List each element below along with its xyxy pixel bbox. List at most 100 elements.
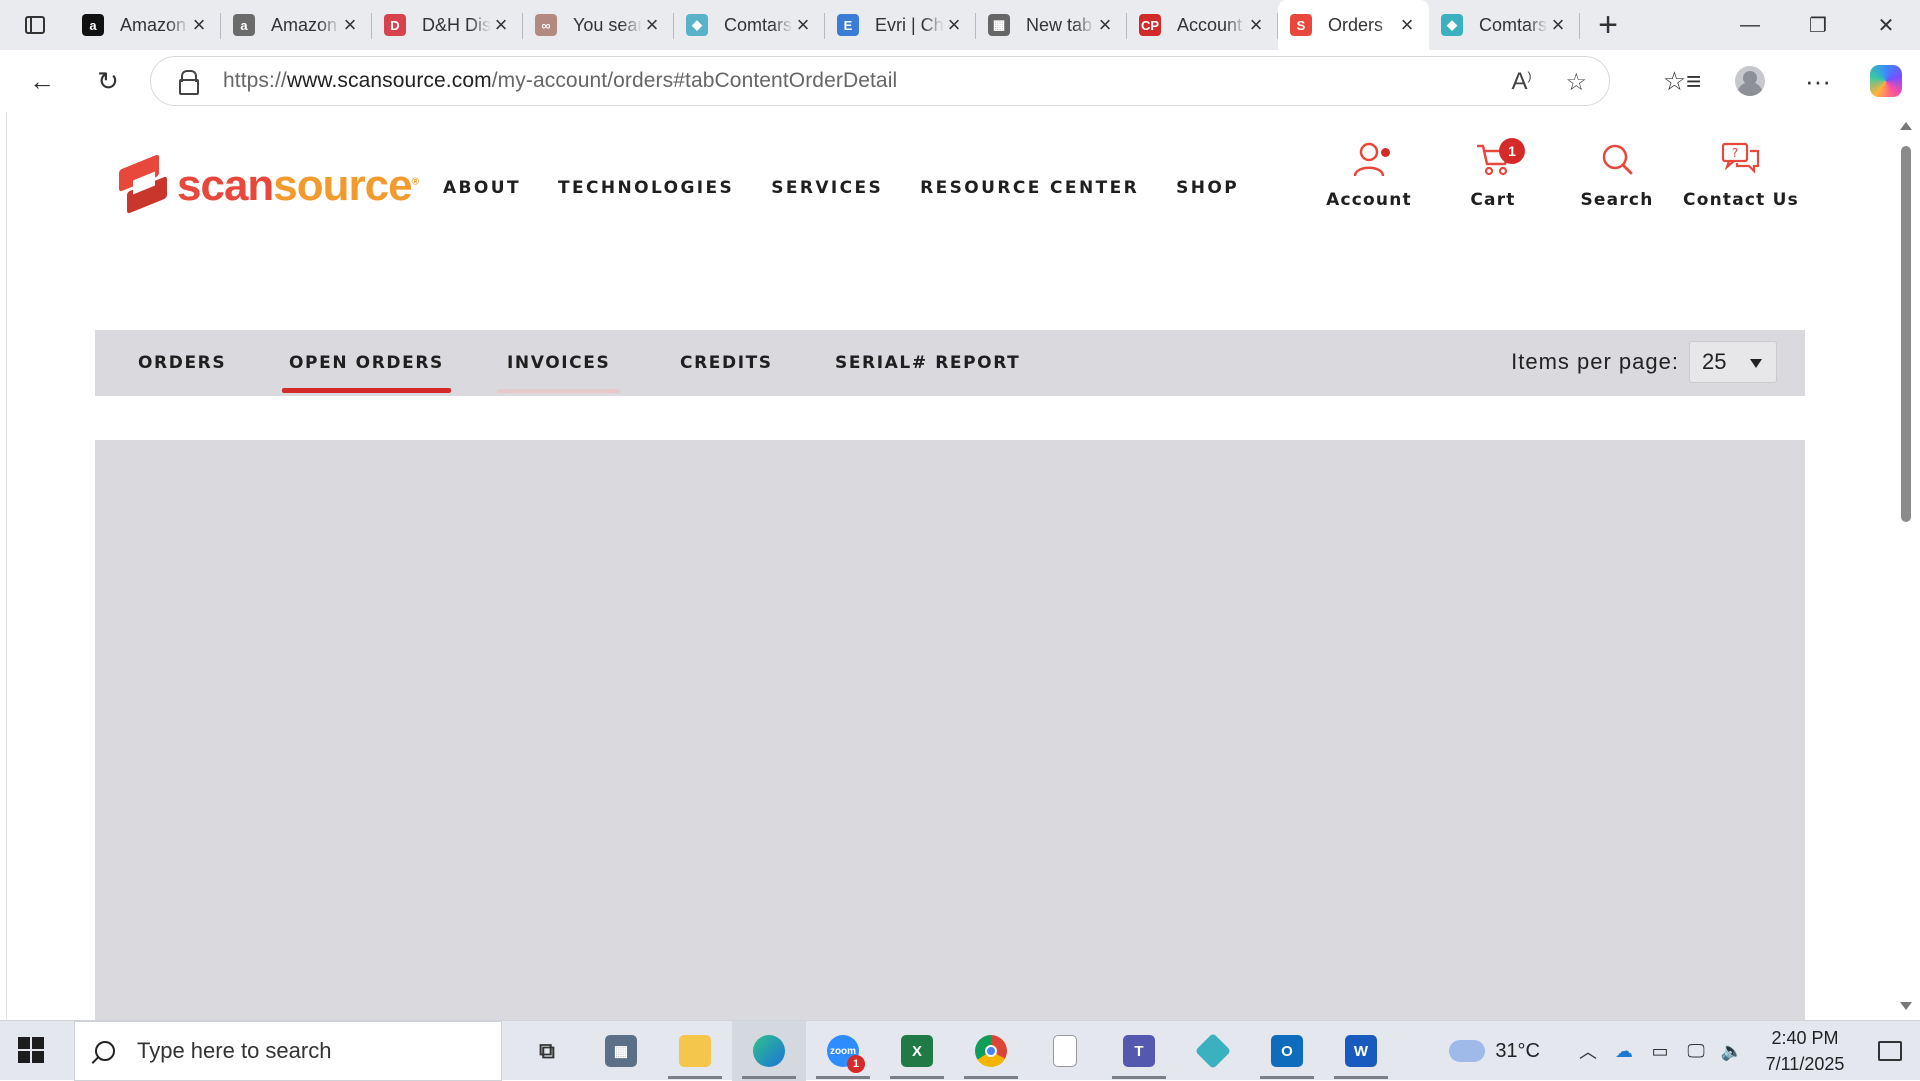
close-window-button[interactable]: ✕ — [1852, 0, 1920, 50]
teams-button[interactable]: T — [1102, 1021, 1176, 1081]
address-bar[interactable]: https://www.scansource.com/my-account/or… — [150, 56, 1610, 106]
tab-credits[interactable]: CREDITS — [680, 330, 773, 396]
close-tab-icon[interactable]: × — [491, 12, 511, 38]
tab-orders[interactable]: ORDERS — [138, 330, 226, 396]
close-tab-icon[interactable]: × — [1548, 12, 1568, 38]
tab-title: Amazon — [271, 14, 338, 35]
browser-tab[interactable]: ◆ Comtarsia× — [1429, 0, 1580, 50]
lock-icon — [177, 70, 199, 95]
window-controls: — ❐ ✕ — [1716, 0, 1920, 50]
nav-about[interactable]: ABOUT — [443, 178, 521, 198]
browser-tab[interactable]: a Amazon × — [70, 0, 221, 50]
more-icon: ··· — [1805, 65, 1831, 96]
windows-taskbar: Type here to search ⧉ ▦ zoom 1 X T O W 31… — [0, 1020, 1920, 1081]
search-icon — [95, 1041, 115, 1061]
browser-tab[interactable]: S Orders × — [1278, 0, 1429, 50]
search-icon — [1600, 134, 1634, 184]
nav-services[interactable]: SERVICES — [771, 178, 883, 198]
close-tab-icon[interactable]: × — [793, 12, 813, 38]
chevron-down-icon — [1750, 359, 1762, 368]
comtarsia-button[interactable] — [1176, 1021, 1250, 1081]
browser-tab[interactable]: CP Account × — [1127, 0, 1278, 50]
zoom-badge: 1 — [847, 1055, 865, 1073]
browser-tab[interactable]: D D&H Distributing× — [372, 0, 523, 50]
outlook-button[interactable]: O — [1250, 1021, 1324, 1081]
taskbar-search-box[interactable]: Type here to search — [74, 1021, 502, 1081]
profile-button[interactable] — [1716, 59, 1784, 103]
volume-icon[interactable]: 🔈 — [1714, 1041, 1750, 1062]
close-tab-icon[interactable]: × — [944, 12, 964, 38]
contact-us-link[interactable]: ? Contact Us — [1679, 134, 1803, 210]
dh-icon: D — [384, 14, 406, 36]
network-icon[interactable]: 🖵 — [1678, 1041, 1714, 1062]
nav-technologies[interactable]: TECHNOLOGIES — [558, 178, 734, 198]
browser-toolbar: ← ↻ https://www.scansource.com/my-accoun… — [0, 50, 1920, 112]
task-view-button[interactable]: ⧉ — [510, 1021, 584, 1081]
battery-icon[interactable]: ▭ — [1642, 1041, 1678, 1062]
account-link[interactable]: Account — [1307, 134, 1431, 210]
cart-link[interactable]: 1 Cart — [1431, 134, 1555, 210]
close-tab-icon[interactable]: × — [1246, 12, 1266, 38]
nav-resource-center[interactable]: RESOURCE CENTER — [920, 178, 1139, 198]
favorite-star-icon[interactable]: ☆ — [1565, 68, 1587, 97]
excel-button[interactable]: X — [880, 1021, 954, 1081]
tab-invoices[interactable]: INVOICES — [496, 330, 621, 396]
clock-time: 2:40 PM — [1771, 1028, 1839, 1048]
browser-tab[interactable]: a Amazon × — [221, 0, 372, 50]
tab-serial-report[interactable]: SERIAL# REPORT — [835, 330, 1020, 396]
account-tabs-bar: ORDERS OPEN ORDERS INVOICES CREDITS SERI… — [95, 330, 1805, 396]
start-button[interactable] — [18, 1037, 44, 1063]
read-aloud-icon[interactable]: A) — [1511, 68, 1531, 96]
settings-more-button[interactable]: ··· — [1784, 59, 1852, 103]
tab-list: aAmazon×aAmazon×DD&H Distributing×∞You s… — [70, 0, 1580, 50]
calculator-button[interactable]: ▦ — [584, 1021, 658, 1081]
close-tab-icon[interactable]: × — [340, 12, 360, 38]
comtarsia-icon: ◆ — [686, 14, 708, 36]
back-button[interactable]: ← — [20, 59, 64, 103]
tab-title: Evri | Check — [875, 14, 944, 35]
notification-icon — [1878, 1041, 1902, 1061]
tab-open-orders[interactable]: OPEN ORDERS — [282, 330, 451, 396]
page-scrollbar[interactable] — [1892, 112, 1920, 1020]
close-tab-icon[interactable]: × — [189, 12, 209, 38]
items-per-page-select[interactable]: 25 — [1689, 341, 1777, 383]
new-tab-button[interactable]: + — [1580, 0, 1636, 50]
search-link[interactable]: Search — [1555, 134, 1679, 210]
tab-title: Account — [1177, 14, 1243, 35]
minimize-button[interactable]: — — [1716, 0, 1784, 50]
cp-icon: CP — [1139, 14, 1161, 36]
close-tab-icon[interactable]: × — [1397, 12, 1417, 38]
scroll-up-arrow-icon[interactable] — [1900, 122, 1912, 130]
file-explorer-button[interactable] — [658, 1021, 732, 1081]
circles-icon: ∞ — [535, 14, 557, 36]
weather-widget[interactable]: 31°C — [1449, 1030, 1540, 1063]
chat-bubbles-icon: ? — [1721, 134, 1761, 184]
restore-button[interactable]: ❐ — [1784, 0, 1852, 50]
zoom-button[interactable]: zoom 1 — [806, 1021, 880, 1081]
url-text[interactable]: https://www.scansource.com/my-account/or… — [223, 69, 897, 93]
nav-shop[interactable]: SHOP — [1176, 178, 1239, 198]
scroll-down-arrow-icon[interactable] — [1900, 1002, 1912, 1010]
browser-tab[interactable]: ▦ New tab × — [976, 0, 1127, 50]
browser-tab[interactable]: ∞ You searched× — [523, 0, 674, 50]
onedrive-icon[interactable]: ☁ — [1606, 1041, 1642, 1062]
close-tab-icon[interactable]: × — [642, 12, 662, 38]
edge-button[interactable] — [732, 1021, 806, 1081]
favorites-button[interactable]: ☆≡ — [1648, 59, 1716, 103]
clock[interactable]: 2:40 PM 7/11/2025 — [1750, 1025, 1860, 1077]
scansource-logo[interactable]: scansource® — [119, 153, 419, 215]
teams-icon: T — [1123, 1035, 1155, 1067]
show-hidden-icons-chevron-icon[interactable]: ︿ — [1570, 1038, 1606, 1064]
scroll-thumb[interactable] — [1901, 146, 1911, 522]
chrome-button[interactable] — [954, 1021, 1028, 1081]
refresh-button[interactable]: ↻ — [86, 59, 130, 103]
browser-tab[interactable]: E Evri | Check× — [825, 0, 976, 50]
close-tab-icon[interactable]: × — [1095, 12, 1115, 38]
word-button[interactable]: W — [1324, 1021, 1398, 1081]
notification-center-button[interactable] — [1860, 1041, 1920, 1061]
tab-title: You searched — [573, 14, 642, 35]
copilot-button[interactable] — [1852, 59, 1920, 103]
tab-actions-menu-button[interactable] — [0, 0, 70, 50]
notepad-button[interactable] — [1028, 1021, 1102, 1081]
browser-tab[interactable]: ◆ Comtarsia× — [674, 0, 825, 50]
